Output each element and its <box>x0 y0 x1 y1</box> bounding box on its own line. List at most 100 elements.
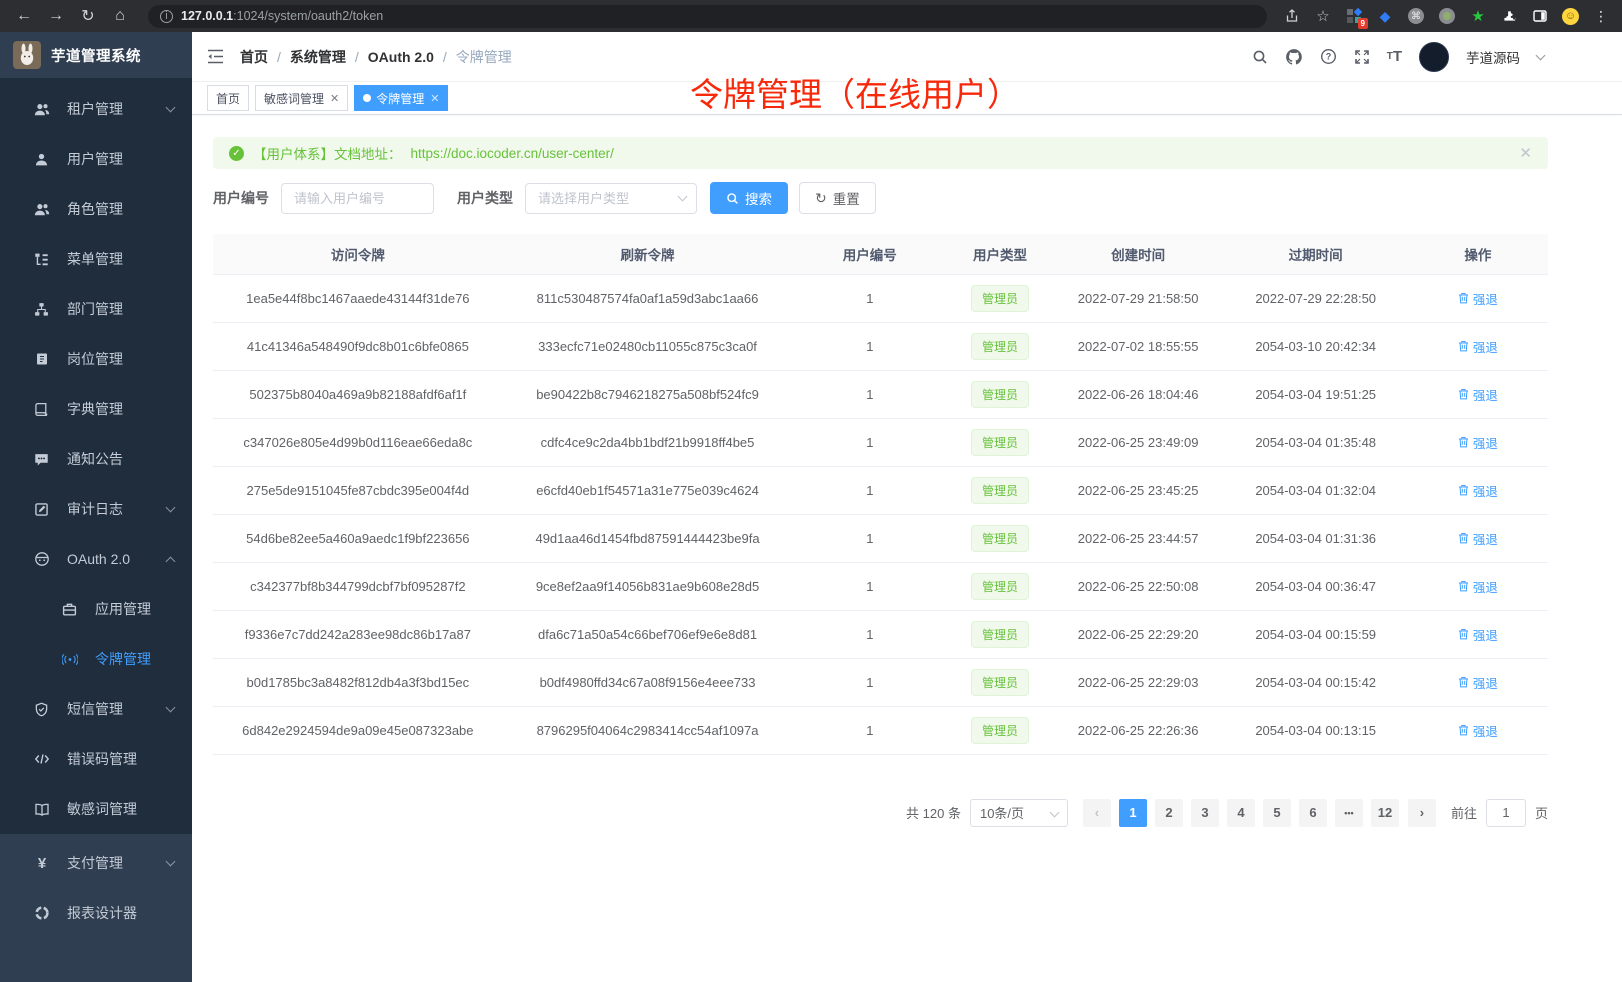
help-icon[interactable]: ? <box>1320 48 1337 65</box>
sidebar-item-tenant[interactable]: 租户管理 <box>0 84 192 134</box>
browser-home-icon[interactable]: ⌂ <box>108 4 132 28</box>
tab-0[interactable]: 首页 <box>207 85 249 111</box>
force-logout-button[interactable]: 强退 <box>1458 721 1498 740</box>
reset-button[interactable]: ↻ 重置 <box>799 182 876 214</box>
org-icon <box>33 301 50 318</box>
sidebar-item-post[interactable]: 岗位管理 <box>0 334 192 384</box>
user-type-select[interactable] <box>525 183 697 214</box>
alert-close-icon[interactable]: ✕ <box>1519 144 1532 162</box>
page-size-select[interactable]: 10条/页 <box>970 799 1068 827</box>
trash-icon <box>1458 436 1469 448</box>
force-logout-button[interactable]: 强退 <box>1458 337 1498 356</box>
sidebar-item-oauth2-app[interactable]: 应用管理 <box>0 584 192 634</box>
browser-forward-icon[interactable]: → <box>44 4 68 28</box>
search-button[interactable]: 搜索 <box>710 182 788 214</box>
refresh-token: b0df4980ffd34c67a08f9156e4eee733 <box>540 675 756 690</box>
user-id-input[interactable] <box>281 183 434 214</box>
refresh-token: cdfc4ce9c2da4bb1bdf21b9918ff4be5 <box>541 435 755 450</box>
force-logout-button[interactable]: 强退 <box>1458 433 1498 452</box>
page-button-5[interactable]: 5 <box>1263 799 1291 827</box>
user-name[interactable]: 芋道源码 <box>1466 47 1520 67</box>
profile-emoji-icon[interactable]: ☺ <box>1562 8 1579 25</box>
sidebar-item-notice[interactable]: 通知公告 <box>0 434 192 484</box>
search-icon[interactable] <box>1252 49 1268 65</box>
sidebar-menu: 租户管理用户管理角色管理菜单管理部门管理岗位管理字典管理通知公告审计日志OAut… <box>0 78 192 834</box>
extension-puzzle-icon[interactable] <box>1500 7 1518 25</box>
access-token: b0d1785bc3a8482f812db4a3f3bd15ec <box>247 675 470 690</box>
breadcrumb-system[interactable]: 系统管理 <box>290 47 346 67</box>
browser-reload-icon[interactable]: ↻ <box>76 4 100 28</box>
book-icon <box>33 801 50 818</box>
extension-dot-circle-icon[interactable] <box>1438 7 1456 25</box>
extension-green-star-icon[interactable]: ★ <box>1469 7 1487 25</box>
page-button-6[interactable]: 6 <box>1299 799 1327 827</box>
bookmark-star-icon[interactable]: ☆ <box>1314 7 1332 25</box>
sidebar-collapse-icon[interactable] <box>207 49 224 64</box>
goto-page-input[interactable] <box>1486 799 1526 827</box>
breadcrumb-oauth2[interactable]: OAuth 2.0 <box>368 49 434 65</box>
tab-close-icon[interactable]: ✕ <box>330 92 339 105</box>
prev-page-button[interactable]: ‹ <box>1083 799 1111 827</box>
created-time: 2022-06-26 18:04:46 <box>1078 387 1199 402</box>
expire-time: 2054-03-04 00:36:47 <box>1255 579 1376 594</box>
page-button-12[interactable]: 12 <box>1371 799 1399 827</box>
browser-menu-icon[interactable]: ⋮ <box>1592 7 1610 25</box>
user-avatar[interactable] <box>1419 42 1449 72</box>
sidebar-item-audit-log[interactable]: 审计日志 <box>0 484 192 534</box>
next-page-button[interactable]: › <box>1408 799 1436 827</box>
sidebar-item-oauth2-token[interactable]: 令牌管理 <box>0 634 192 684</box>
font-size-icon[interactable]: TT <box>1387 48 1402 65</box>
sidebar-item-menu[interactable]: 菜单管理 <box>0 234 192 284</box>
column-header: 访问令牌 <box>213 234 503 274</box>
force-logout-button[interactable]: 强退 <box>1458 289 1498 308</box>
sidebar-item-role[interactable]: 角色管理 <box>0 184 192 234</box>
app-logo-bar[interactable]: 芋道管理系统 <box>0 32 192 78</box>
page-button-1[interactable]: 1 <box>1119 799 1147 827</box>
log-icon <box>33 501 50 518</box>
extension-colored-squares-icon[interactable]: 9 <box>1345 7 1363 25</box>
access-token: 275e5de9151045fe87cbdc395e004f4d <box>247 483 470 498</box>
force-logout-button[interactable]: 强退 <box>1458 529 1498 548</box>
sidebar-item-pay[interactable]: ¥支付管理 <box>0 838 192 888</box>
tab-2[interactable]: 令牌管理✕ <box>354 85 448 111</box>
user-id: 1 <box>866 675 873 690</box>
share-icon[interactable] <box>1283 7 1301 25</box>
sidebar-item-user[interactable]: 用户管理 <box>0 134 192 184</box>
tab-close-icon[interactable]: ✕ <box>430 92 439 105</box>
page-button-4[interactable]: 4 <box>1227 799 1255 827</box>
page-button-2[interactable]: 2 <box>1155 799 1183 827</box>
sidebar-item-oauth2[interactable]: OAuth 2.0 <box>0 534 192 584</box>
alert-doc-link[interactable]: https://doc.iocoder.cn/user-center/ <box>411 146 614 161</box>
sidebar-item-sensitive-word[interactable]: 敏感词管理 <box>0 784 192 834</box>
address-bar[interactable]: i 127.0.0.1:1024/system/oauth2/token <box>148 5 1267 28</box>
extension-gem-icon[interactable]: ◆ <box>1376 7 1394 25</box>
browser-back-icon[interactable]: ← <box>12 4 36 28</box>
user-type-select-input[interactable] <box>526 191 679 206</box>
side-panel-icon[interactable] <box>1531 7 1549 25</box>
fullscreen-icon[interactable] <box>1354 49 1370 65</box>
force-logout-button[interactable]: 强退 <box>1458 385 1498 404</box>
table-row: b0d1785bc3a8482f812db4a3f3bd15ec b0df4980… <box>213 658 1548 706</box>
active-tab-dot <box>363 94 371 102</box>
force-logout-button[interactable]: 强退 <box>1458 673 1498 692</box>
page-ellipsis[interactable]: ••• <box>1335 799 1363 827</box>
tab-1[interactable]: 敏感词管理✕ <box>255 85 348 111</box>
sidebar-item-sms[interactable]: 短信管理 <box>0 684 192 734</box>
user-id: 1 <box>866 339 873 354</box>
chevron-down-icon[interactable] <box>1536 50 1546 60</box>
site-info-icon[interactable]: i <box>160 10 173 23</box>
sidebar-item-dict[interactable]: 字典管理 <box>0 384 192 434</box>
force-logout-button[interactable]: 强退 <box>1458 481 1498 500</box>
trash-icon <box>1458 532 1469 544</box>
sidebar-item-report-designer[interactable]: 报表设计器 <box>0 888 192 938</box>
force-logout-button[interactable]: 强退 <box>1458 577 1498 596</box>
force-logout-button[interactable]: 强退 <box>1458 625 1498 644</box>
sidebar-item-error-code[interactable]: 错误码管理 <box>0 734 192 784</box>
sidebar-item-dept[interactable]: 部门管理 <box>0 284 192 334</box>
extension-command-icon[interactable]: ⌘ <box>1407 7 1425 25</box>
code-icon <box>33 751 50 768</box>
page-button-3[interactable]: 3 <box>1191 799 1219 827</box>
created-time: 2022-06-25 23:45:25 <box>1078 483 1199 498</box>
github-icon[interactable] <box>1285 48 1303 66</box>
breadcrumb-home[interactable]: 首页 <box>240 47 268 67</box>
